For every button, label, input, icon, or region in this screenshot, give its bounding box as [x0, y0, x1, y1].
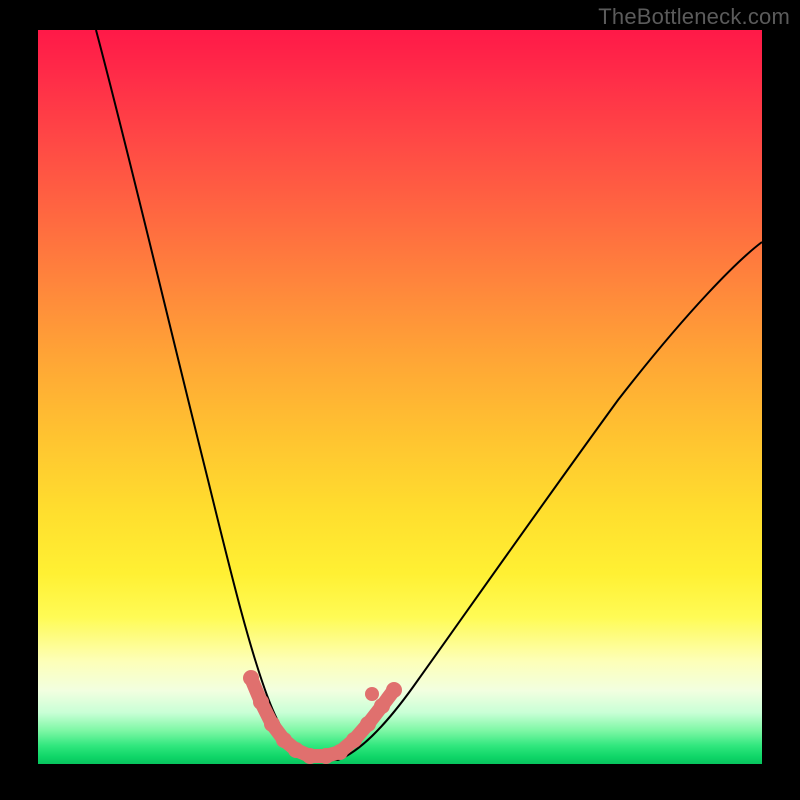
marker-dot: [360, 716, 376, 732]
marker-dot: [288, 742, 304, 758]
marker-dot: [243, 670, 259, 686]
marker-dot: [386, 682, 402, 698]
marker-dot: [264, 716, 280, 732]
watermark-text: TheBottleneck.com: [598, 4, 790, 30]
chart-frame: TheBottleneck.com: [0, 0, 800, 800]
marker-dot: [374, 698, 390, 714]
marker-dot: [318, 748, 334, 764]
valley-markers: [243, 670, 402, 764]
marker-dot: [332, 744, 348, 760]
marker-dot: [253, 694, 269, 710]
bottleneck-curve-svg: [38, 30, 762, 764]
marker-dot: [302, 748, 318, 764]
plot-area: [38, 30, 762, 764]
marker-dot: [346, 732, 362, 748]
marker-dot: [365, 687, 379, 701]
bottleneck-curve: [96, 30, 762, 760]
